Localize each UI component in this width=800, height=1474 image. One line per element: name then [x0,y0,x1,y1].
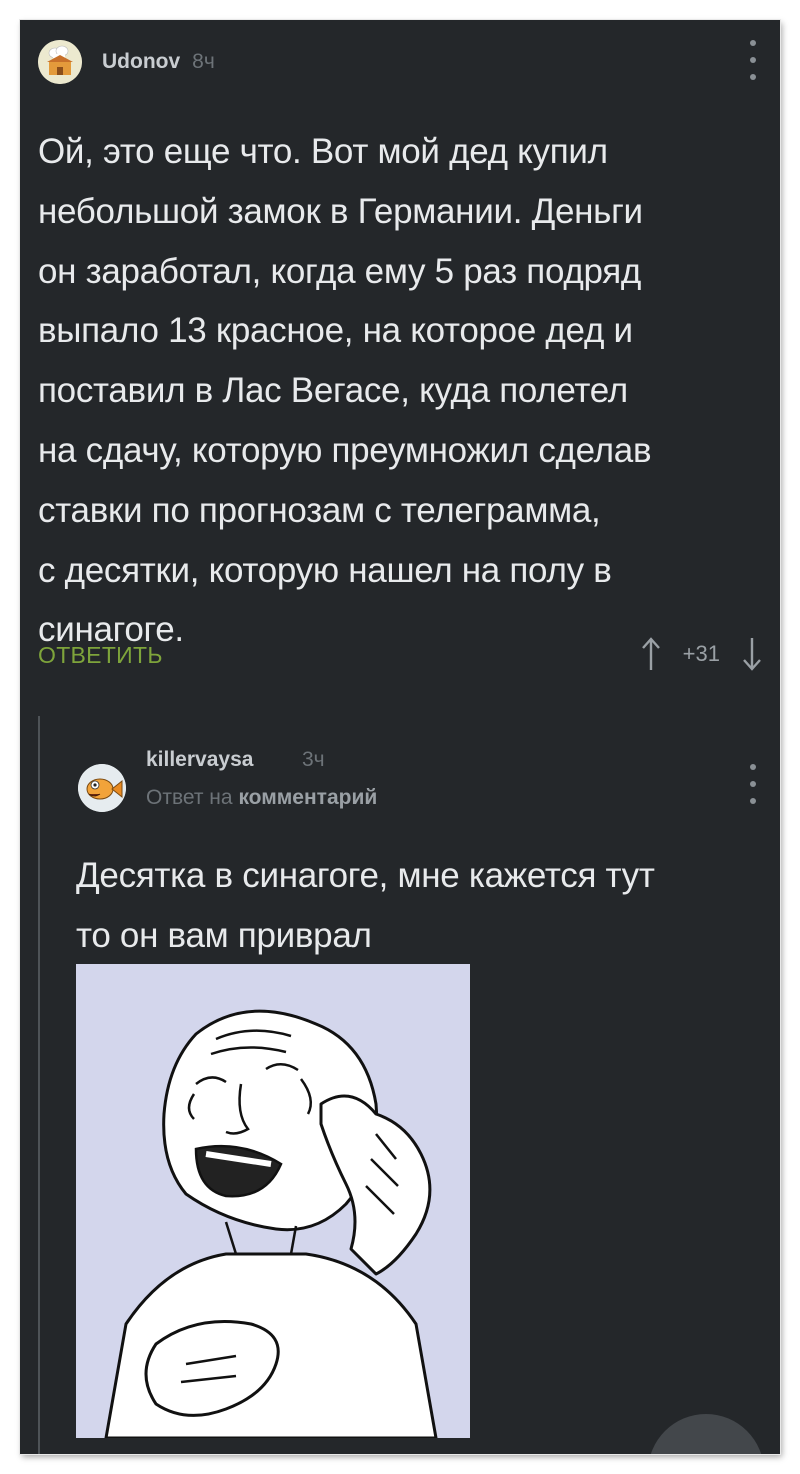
comment-header: Udonov 8ч [38,40,215,84]
arrow-down-icon[interactable] [734,632,770,676]
rating-value: +31 [682,641,720,666]
more-vertical-icon[interactable] [748,40,758,80]
crying-laughing-meme-image[interactable] [76,964,470,1438]
floating-action-button[interactable] [648,1414,764,1454]
reply-to-link[interactable]: комментарий [238,786,377,809]
avatar[interactable] [78,764,126,812]
comment-text: Ой, это еще что. Вот мой дед купил небол… [38,132,652,650]
more-vertical-icon[interactable] [748,764,758,804]
reply-button[interactable]: ОТВЕТИТЬ [38,642,163,669]
thread-line [38,716,40,1454]
comments-screen: Udonov 8ч Ой, это еще что. Вот мой дед к… [20,20,780,1454]
comment-text: Десятка в синагоге, мне кажется тут то о… [76,856,655,955]
author-name[interactable]: killervaysa [146,748,253,772]
author-name[interactable]: Udonov [102,50,180,74]
reply-to-prefix: Ответ на [146,786,233,809]
avatar[interactable] [38,40,82,84]
arrow-up-icon[interactable] [633,632,669,676]
chef-house-avatar-icon [38,40,82,84]
vote-controls: +31 [633,632,770,676]
fish-avatar-icon [78,764,126,812]
comment-time: 8ч [192,50,215,73]
reply-to-label: Ответ на комментарий [146,786,377,810]
comment-time: 3ч [302,748,325,771]
